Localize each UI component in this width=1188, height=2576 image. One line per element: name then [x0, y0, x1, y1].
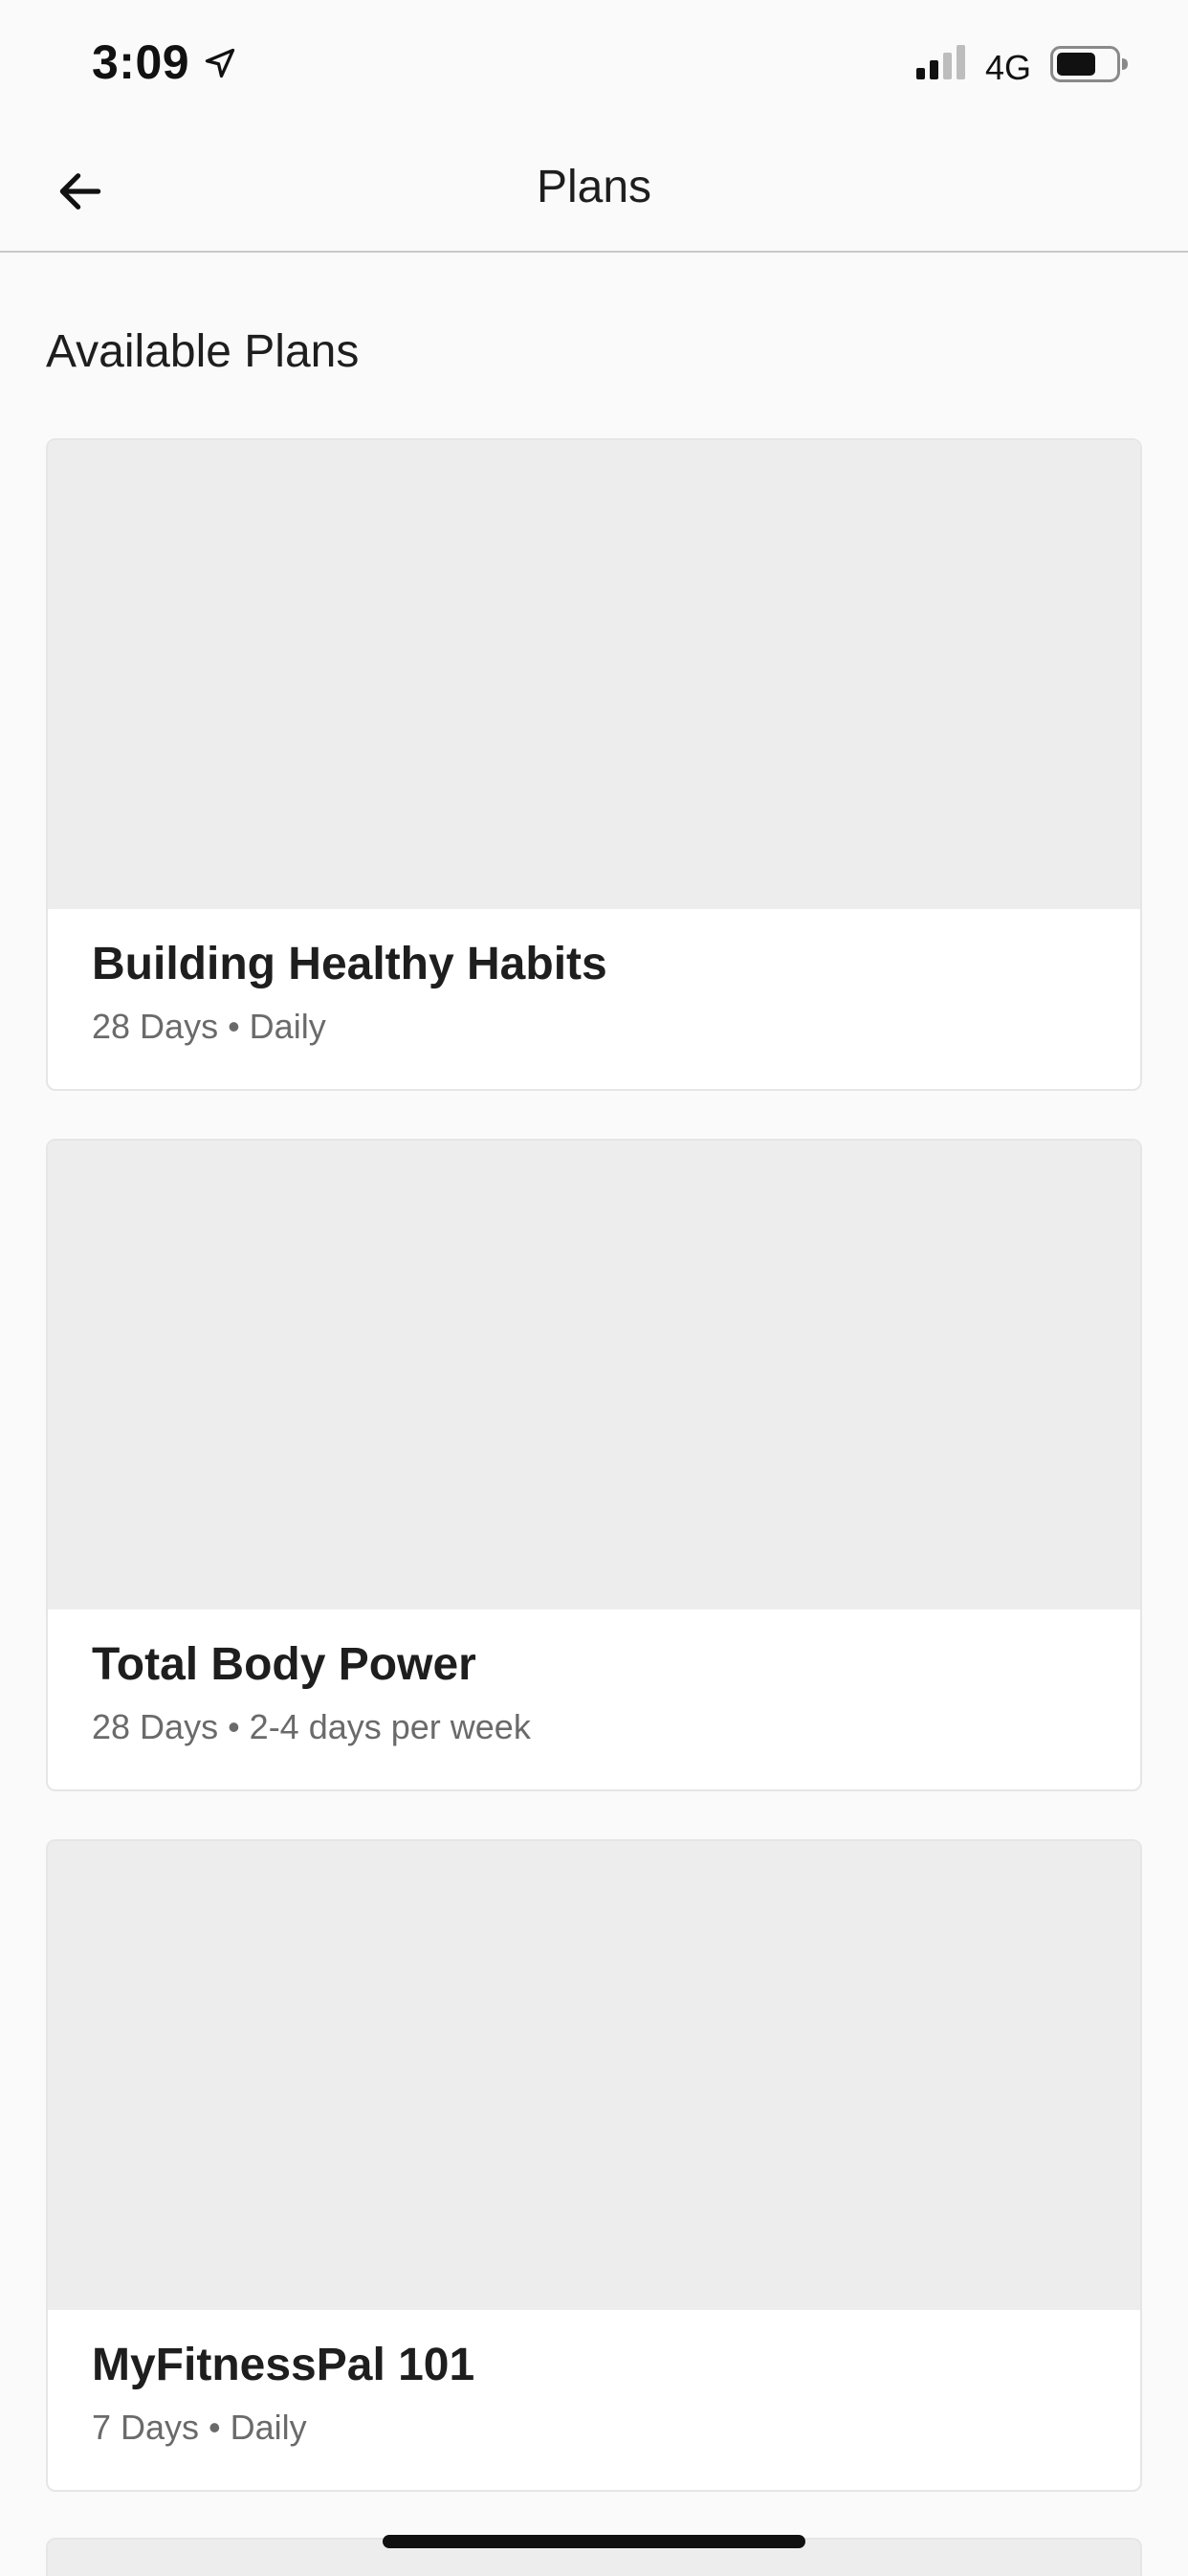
plan-image	[48, 1841, 1140, 2310]
location-arrow-icon	[205, 48, 235, 78]
plan-meta: 28 Days • Daily	[92, 1007, 326, 1046]
plan-image	[48, 1141, 1140, 1610]
plan-card-building-healthy-habits[interactable]: Building Healthy Habits 28 Days • Daily	[46, 438, 1142, 1091]
battery-icon	[1050, 46, 1128, 82]
plan-card-total-body-power[interactable]: Total Body Power 28 Days • 2-4 days per …	[46, 1139, 1142, 1791]
plan-card-myfitnesspal-101[interactable]: MyFitnessPal 101 7 Days • Daily	[46, 1839, 1142, 2492]
network-type: 4G	[985, 48, 1032, 87]
home-indicator[interactable]	[383, 2535, 805, 2548]
plan-name: Total Body Power	[92, 1639, 476, 1690]
plan-meta: 7 Days • Daily	[92, 2408, 307, 2447]
plan-meta: 28 Days • 2-4 days per week	[92, 1707, 531, 1746]
status-bar: 3:09 4G	[0, 0, 1188, 130]
plan-image	[48, 440, 1140, 909]
section-title: Available Plans	[46, 326, 360, 377]
status-time: 3:09	[92, 35, 190, 89]
page-title: Plans	[536, 162, 652, 212]
nav-bar: Plans	[0, 130, 1188, 253]
plan-name: Building Healthy Habits	[92, 939, 607, 989]
signal-icon	[916, 45, 965, 79]
plan-name: MyFitnessPal 101	[92, 2340, 475, 2390]
